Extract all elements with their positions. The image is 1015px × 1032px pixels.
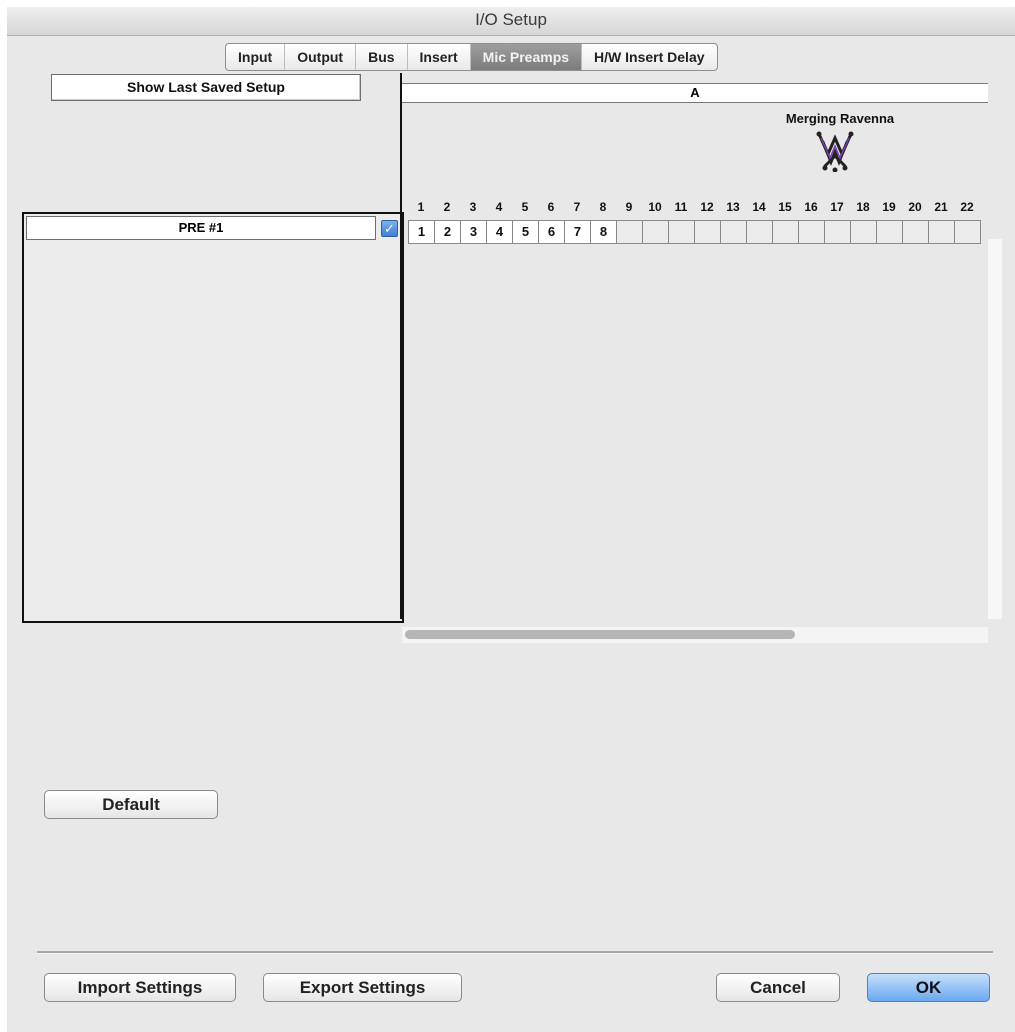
- grid-cell-assigned[interactable]: 7: [564, 220, 591, 244]
- channel-number: 15: [778, 200, 792, 214]
- preamp-list-panel: PRE #1 ✓: [22, 212, 404, 623]
- channel-number: 17: [830, 200, 844, 214]
- grid-cell-empty[interactable]: [928, 220, 955, 244]
- grid-cell-empty[interactable]: [772, 220, 799, 244]
- title-bar[interactable]: I/O Setup: [7, 7, 1015, 36]
- tab-hw-insert-delay[interactable]: H/W Insert Delay: [582, 44, 716, 70]
- grid-cell-assigned[interactable]: 6: [538, 220, 565, 244]
- grid-cell-empty[interactable]: [954, 220, 981, 244]
- channel-number: 6: [547, 200, 555, 214]
- tab-output[interactable]: Output: [285, 44, 357, 70]
- default-button[interactable]: Default: [44, 790, 218, 819]
- grid-cell-assigned[interactable]: 1: [408, 220, 435, 244]
- channel-number: 9: [625, 200, 633, 214]
- vertical-scrollbar[interactable]: [988, 239, 1002, 619]
- grid-cell-empty[interactable]: [798, 220, 825, 244]
- channel-number: 10: [648, 200, 662, 214]
- footer-separator: [37, 951, 993, 954]
- channel-number: 8: [599, 200, 607, 214]
- grid-cell-empty[interactable]: [720, 220, 747, 244]
- window-title: I/O Setup: [475, 10, 547, 29]
- tab-insert[interactable]: Insert: [408, 44, 471, 70]
- tab-input[interactable]: Input: [226, 44, 286, 70]
- horizontal-scrollbar-thumb[interactable]: [405, 630, 795, 639]
- channel-number: 7: [573, 200, 581, 214]
- io-setup-window: I/O Setup Input Output Bus Insert Mic Pr…: [7, 7, 1015, 1032]
- channel-number: 16: [804, 200, 818, 214]
- grid-cell-empty[interactable]: [824, 220, 851, 244]
- grid-cell-empty[interactable]: [668, 220, 695, 244]
- device-name: Merging Ravenna: [785, 111, 895, 126]
- column-header-a[interactable]: A: [402, 83, 988, 103]
- grid-cell-empty[interactable]: [694, 220, 721, 244]
- grid-cell-assigned[interactable]: 2: [434, 220, 461, 244]
- tab-mic-preamps[interactable]: Mic Preamps: [470, 44, 583, 70]
- grid-cell-assigned[interactable]: 8: [590, 220, 617, 244]
- channel-number: 18: [856, 200, 870, 214]
- merging-ravenna-logo-icon: [816, 131, 854, 172]
- channel-number: 22: [960, 200, 974, 214]
- channel-number: 12: [700, 200, 714, 214]
- channel-number: 5: [521, 200, 529, 214]
- channel-number: 1: [417, 200, 425, 214]
- export-settings-button[interactable]: Export Settings: [263, 973, 462, 1002]
- channel-number: 2: [443, 200, 451, 214]
- grid-cell-empty[interactable]: [746, 220, 773, 244]
- grid-cell-assigned[interactable]: 4: [486, 220, 513, 244]
- import-settings-button[interactable]: Import Settings: [44, 973, 236, 1002]
- show-last-saved-setup-button[interactable]: Show Last Saved Setup: [51, 74, 361, 101]
- grid-cell-empty[interactable]: [876, 220, 903, 244]
- channel-number: 20: [908, 200, 922, 214]
- channel-number: 11: [674, 200, 688, 214]
- cancel-button[interactable]: Cancel: [716, 973, 840, 1002]
- channel-number: 4: [495, 200, 503, 214]
- grid-cell-empty[interactable]: [616, 220, 643, 244]
- grid-cell-empty[interactable]: [902, 220, 929, 244]
- grid-cell-assigned[interactable]: 5: [512, 220, 539, 244]
- preamp-enable-checkbox[interactable]: ✓: [381, 220, 398, 237]
- grid-divider: [400, 73, 402, 619]
- preamp-row-label: PRE #1: [26, 216, 376, 240]
- grid-cell-assigned[interactable]: 3: [460, 220, 487, 244]
- horizontal-scrollbar[interactable]: [402, 627, 988, 643]
- channel-number: 3: [469, 200, 477, 214]
- grid-cell-empty[interactable]: [850, 220, 877, 244]
- channel-number: 14: [752, 200, 766, 214]
- ok-button[interactable]: OK: [867, 973, 990, 1002]
- tab-bus[interactable]: Bus: [356, 44, 408, 70]
- grid-cell-empty[interactable]: [642, 220, 669, 244]
- channel-number: 21: [934, 200, 948, 214]
- channel-grid: A Merging Ravenna 1 2 3 4 5 6 7 8 9 10 1…: [400, 73, 988, 643]
- channel-number: 19: [882, 200, 896, 214]
- tab-bar: Input Output Bus Insert Mic Preamps H/W …: [225, 43, 718, 71]
- channel-number: 13: [726, 200, 740, 214]
